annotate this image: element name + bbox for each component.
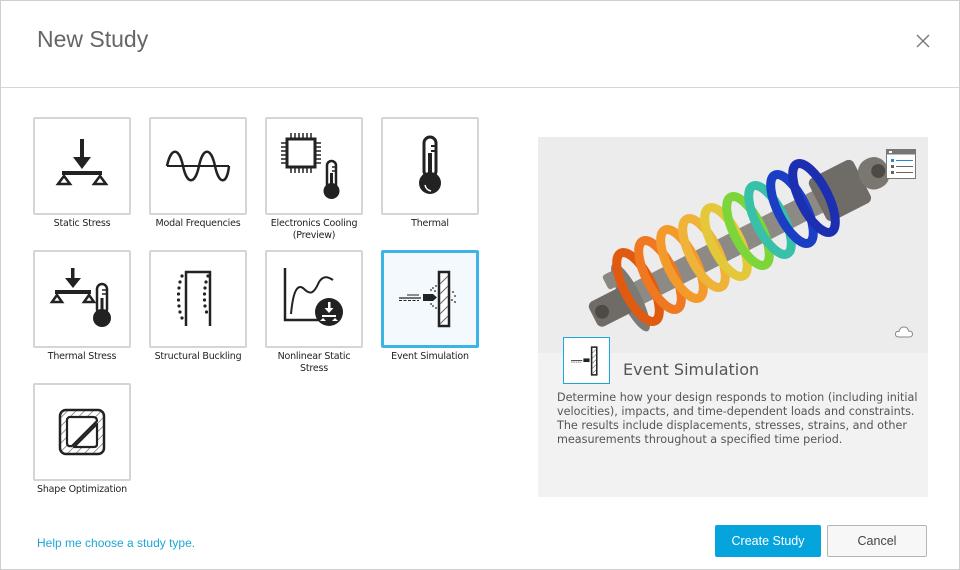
study-tile-label: Structural Buckling xyxy=(154,351,242,362)
study-tile-label: Event Simulation xyxy=(391,351,469,362)
study-tile-label: Electronics Cooling (Preview) xyxy=(270,218,358,241)
structural-buckling-icon xyxy=(176,270,212,326)
study-tile-label: Shape Optimization xyxy=(37,484,127,495)
study-tile-structural-buckling[interactable]: Structural Buckling xyxy=(149,250,247,363)
study-tile-shape-optimization[interactable]: Shape Optimization xyxy=(33,383,131,496)
legend-list-icon xyxy=(886,149,916,179)
study-tile-static-stress[interactable]: Static Stress xyxy=(33,117,131,230)
cloud-icon xyxy=(894,326,914,338)
legend-button[interactable] xyxy=(886,149,916,179)
cloud-status xyxy=(894,325,914,339)
study-preview-panel: Event Simulation Determine how your desi… xyxy=(538,137,928,497)
preview-thumbnail xyxy=(563,337,610,384)
help-choose-study-link[interactable]: Help me choose a study type. xyxy=(37,536,195,550)
study-tile-label: Static Stress xyxy=(53,218,111,229)
thermometer-icon xyxy=(419,135,441,194)
static-stress-icon xyxy=(55,139,109,186)
study-tile-modal-frequencies[interactable]: Modal Frequencies xyxy=(149,117,247,230)
shock-absorber-spring-simulation-image xyxy=(538,137,928,353)
close-icon xyxy=(916,34,930,48)
dialog-header: New Study xyxy=(1,1,959,88)
study-tile-thermal-stress[interactable]: Thermal Stress xyxy=(33,250,131,363)
create-study-button[interactable]: Create Study xyxy=(715,525,821,557)
electronics-cooling-icon xyxy=(281,133,340,199)
dialog-title: New Study xyxy=(37,26,149,52)
study-tile-label: Nonlinear Static Stress xyxy=(277,351,351,374)
preview-title: Event Simulation xyxy=(623,360,760,379)
study-tile-label: Thermal Stress xyxy=(47,351,117,362)
study-tile-label: Thermal xyxy=(411,218,449,229)
close-button[interactable] xyxy=(913,31,933,51)
study-tile-nonlinear-static-stress[interactable]: Nonlinear Static Stress xyxy=(265,250,363,375)
event-simulation-icon xyxy=(399,270,456,328)
modal-frequencies-icon xyxy=(165,150,231,182)
study-tile-event-simulation[interactable]: Event Simulation xyxy=(381,250,479,363)
shape-optimization-icon xyxy=(58,408,106,456)
study-tile-thermal[interactable]: Thermal xyxy=(381,117,479,230)
preview-description: Determine how your design responds to mo… xyxy=(557,391,918,446)
cancel-button[interactable]: Cancel xyxy=(827,525,927,557)
nonlinear-static-stress-icon xyxy=(283,268,343,326)
study-tile-label: Modal Frequencies xyxy=(155,218,241,229)
study-tile-electronics-cooling[interactable]: Electronics Cooling (Preview) xyxy=(265,117,363,242)
event-simulation-icon xyxy=(570,345,598,376)
thermal-stress-icon xyxy=(49,268,111,327)
